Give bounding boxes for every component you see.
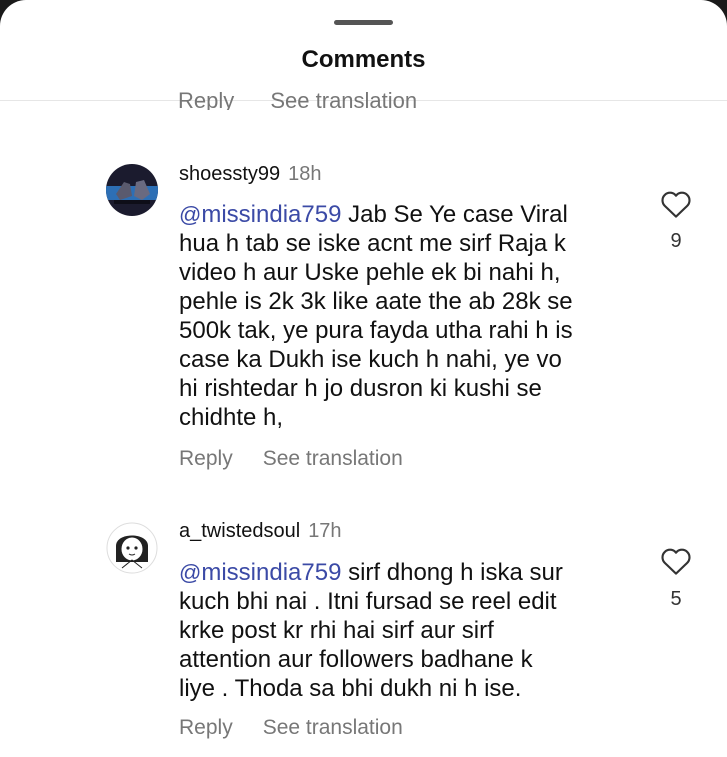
- comment-line: hi rishtedar h jo dusron ki kushi se: [179, 375, 542, 402]
- like-count: 5: [670, 588, 682, 610]
- mention-link[interactable]: @missindia759: [179, 559, 341, 586]
- comment-text: @missindia759 Jab Se Ye case Viral hua h…: [179, 200, 649, 432]
- timestamp: 18h: [288, 163, 322, 185]
- timestamp: 17h: [308, 520, 342, 542]
- comment-line: @missindia759 Jab Se Ye case Viral: [179, 200, 649, 229]
- like-count: 9: [670, 230, 682, 252]
- comment-line: video h aur Uske pehle ek bi nahi h,: [179, 259, 561, 286]
- reply-button[interactable]: Reply: [179, 447, 233, 471]
- comment-line: @missindia759 sirf dhong h iska sur: [179, 558, 649, 587]
- page-title: Comments: [301, 46, 426, 73]
- threads-icon: @: [179, 560, 202, 585]
- comment-actions: Reply See translation: [179, 716, 403, 740]
- reply-button[interactable]: Reply: [179, 716, 233, 740]
- comment-line: pehle is 2k 3k like aate the ab 28k se: [179, 288, 573, 315]
- comment-line: 500k tak, ye pura fayda utha rahi h is: [179, 317, 573, 344]
- comment-line: krke post kr rhi hai sirf aur sirf: [179, 617, 494, 644]
- comment-line-text: Jab Se Ye case Viral: [348, 201, 568, 228]
- comment-actions: Reply See translation: [179, 447, 403, 471]
- mention-link[interactable]: @missindia759: [179, 201, 341, 228]
- comment-line: case ka Dukh ise kuch h nahi, ye vo: [179, 346, 562, 373]
- heart-icon[interactable]: [660, 546, 692, 576]
- see-translation-button[interactable]: See translation: [263, 716, 403, 740]
- drag-handle[interactable]: [334, 20, 393, 25]
- username[interactable]: a_twistedsoul: [179, 520, 300, 542]
- comment-meta: shoessty99 18h: [179, 163, 322, 186]
- threads-icon: @: [179, 202, 202, 227]
- username[interactable]: shoessty99: [179, 163, 280, 185]
- mention-text: missindia759: [201, 559, 342, 586]
- see-translation-button[interactable]: See translation: [263, 447, 403, 471]
- reply-button[interactable]: Reply: [178, 88, 234, 110]
- comment-line: attention aur followers badhane k: [179, 646, 533, 673]
- avatar[interactable]: [106, 164, 158, 216]
- previous-comment-actions: Reply See translation: [178, 88, 447, 110]
- comments-sheet: Comments Reply See translation shoessty9…: [0, 0, 727, 757]
- comment-line-text: sirf dhong h iska sur: [348, 559, 563, 586]
- avatar[interactable]: [106, 522, 158, 574]
- see-translation-button[interactable]: See translation: [270, 88, 417, 110]
- comment-text: @missindia759 sirf dhong h iska sur kuch…: [179, 558, 649, 703]
- comment-line: chidhte h,: [179, 404, 284, 431]
- heart-icon[interactable]: [660, 189, 692, 219]
- comment-line: kuch bhi nai . Itni fursad se reel edit: [179, 588, 557, 615]
- mention-text: missindia759: [201, 201, 342, 228]
- comment-meta: a_twistedsoul 17h: [179, 520, 342, 543]
- comment-line: liye . Thoda sa bhi dukh ni h ise.: [179, 675, 522, 702]
- comment-line: hua h tab se iske acnt me sirf Raja k: [179, 230, 566, 257]
